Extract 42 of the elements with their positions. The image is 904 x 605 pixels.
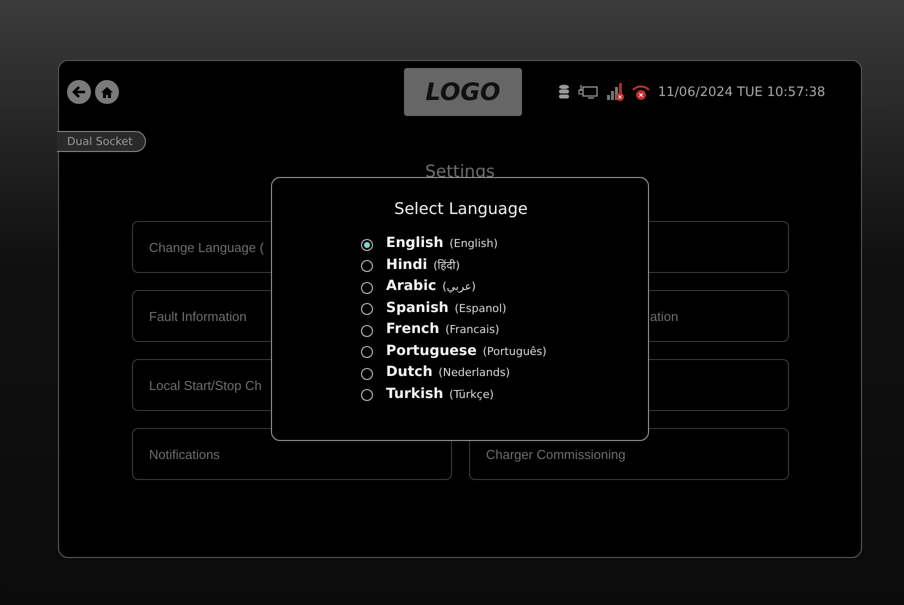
- native-name: (Português): [482, 344, 547, 358]
- card-label: Charger Commissioning: [486, 446, 626, 462]
- back-button[interactable]: [67, 80, 91, 104]
- card-label: Change Language (: [149, 240, 264, 254]
- signal-icon: [606, 83, 624, 101]
- language-name[interactable]: Turkish: [386, 386, 444, 402]
- native-name: (Türkçe): [449, 388, 494, 400]
- radio-button[interactable]: [361, 238, 373, 251]
- native-name: (Espanol): [454, 302, 506, 314]
- language-name[interactable]: Portuguese: [386, 342, 477, 358]
- card-label: Local Start/Stop Ch: [149, 378, 262, 392]
- monitor-icon: [578, 84, 598, 100]
- radio-button[interactable]: [361, 303, 373, 316]
- back-arrow-icon: [72, 86, 86, 98]
- radio-button[interactable]: [361, 389, 373, 402]
- native-name: (English): [449, 237, 498, 250]
- card-label: Notifications: [149, 446, 220, 462]
- home-button[interactable]: [95, 80, 119, 104]
- language-name[interactable]: Dutch: [386, 364, 433, 380]
- native-name: (हिंदी): [433, 258, 460, 272]
- radio-button[interactable]: [361, 282, 373, 294]
- native-name: (Nederlands): [438, 366, 510, 379]
- native-name: (عربي): [442, 280, 476, 293]
- card-label: Fault Information: [149, 308, 247, 324]
- database-icon: [558, 84, 570, 100]
- logo: LOGO: [404, 68, 522, 116]
- radio-button[interactable]: [361, 324, 373, 337]
- language-name[interactable]: Spanish: [386, 300, 449, 316]
- language-name[interactable]: Arabic: [386, 278, 436, 294]
- date-time: 11/06/2024 TUE 10:57:38: [658, 84, 826, 100]
- dialog-title: Select Language: [394, 199, 528, 218]
- native-name: (Francais): [445, 323, 500, 336]
- radio-button[interactable]: [361, 346, 373, 358]
- home-icon: [100, 86, 114, 98]
- socket-tag: Dual Socket: [57, 131, 146, 152]
- language-name[interactable]: Hindi: [386, 256, 428, 272]
- card-label: ation: [650, 308, 678, 324]
- language-name[interactable]: French: [386, 321, 440, 337]
- radio-button[interactable]: [361, 368, 373, 380]
- radio-button[interactable]: [361, 260, 373, 272]
- language-name[interactable]: English: [386, 235, 444, 251]
- wifi-icon: [632, 83, 650, 101]
